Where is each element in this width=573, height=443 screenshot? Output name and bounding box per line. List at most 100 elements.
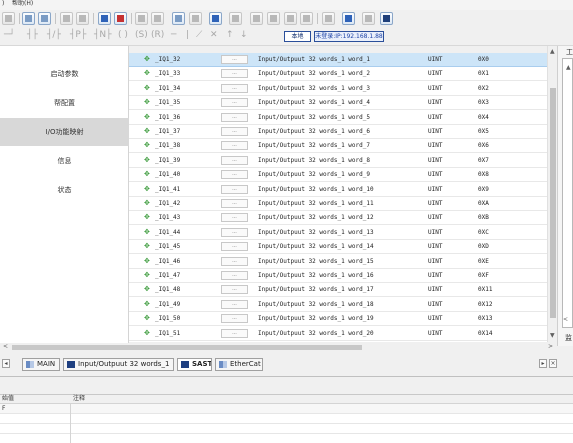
table-row[interactable]: ✥ _IQ1_51... Input/Outpuut 32 words_1 word… <box>129 327 547 341</box>
table-row[interactable]: ✥ _IQ1_49... Input/Outpuut 32 words_1 word… <box>129 298 547 312</box>
scrollbar-thumb[interactable] <box>550 88 556 318</box>
stop-icon[interactable] <box>114 12 127 25</box>
build-icon[interactable] <box>267 12 280 25</box>
browse-button[interactable]: ... <box>221 184 248 194</box>
download-icon[interactable] <box>135 12 148 25</box>
windows-icon[interactable] <box>38 12 51 25</box>
variable-name-cell[interactable]: _IQ1_39 <box>155 154 180 167</box>
line-icon[interactable]: ─ <box>171 30 176 41</box>
declaration-row[interactable] <box>0 414 573 424</box>
variable-name-cell[interactable]: _IQ1_40 <box>155 168 180 181</box>
browse-button[interactable]: ... <box>221 242 248 252</box>
browse-button[interactable]: ... <box>221 227 248 237</box>
variable-name-cell[interactable]: _IQ1_35 <box>155 96 180 109</box>
browse-button[interactable]: ... <box>221 170 248 180</box>
variable-name-cell[interactable]: _IQ1_48 <box>155 283 180 296</box>
menu-item-help[interactable]: 帮助(H) <box>12 0 33 8</box>
declaration-row[interactable] <box>0 424 573 434</box>
tab-sast[interactable]: SAST <box>177 358 212 371</box>
vertical-scrollbar[interactable]: ▲ ▼ <box>547 46 557 342</box>
variable-name-cell[interactable]: _IQ1_51 <box>155 327 180 340</box>
table-row[interactable]: ✥ _IQ1_33... Input/Outpuut 32 words_1 word… <box>129 67 547 82</box>
column-comment[interactable]: 注释 <box>73 395 85 403</box>
upload-icon[interactable] <box>2 12 15 25</box>
nav-item-config[interactable]: 帮配置 <box>0 89 129 117</box>
table-row[interactable]: ✥ _IQ1_44... Input/Outpuut 32 words_1 word… <box>129 226 547 240</box>
step-icon[interactable] <box>322 12 335 25</box>
table-row[interactable]: ✥ _IQ1_32... Input/Outpuut 32 words_1 word… <box>129 53 547 67</box>
variable-name-cell[interactable]: _IQ1_37 <box>155 125 180 138</box>
variable-name-cell[interactable]: _IQ1_43 <box>155 211 180 224</box>
search-icon[interactable] <box>172 12 185 25</box>
table-row[interactable]: ✥ _IQ1_47... Input/Outpuut 32 words_1 word… <box>129 269 547 283</box>
list-icon[interactable] <box>300 12 313 25</box>
tab-main[interactable]: MAIN <box>22 358 60 371</box>
right-scroll-up-icon[interactable]: ▲ <box>566 64 571 72</box>
column-initial-value[interactable]: 始值 <box>2 395 14 403</box>
horizontal-scrollbar[interactable]: < > <box>0 343 557 352</box>
variable-name-cell[interactable]: _IQ1_47 <box>155 269 180 282</box>
browse-button[interactable]: ... <box>221 271 248 280</box>
variable-name-cell[interactable]: _IQ1_34 <box>155 82 180 95</box>
variable-name-cell[interactable]: _IQ1_38 <box>155 139 180 152</box>
nav-item-info[interactable]: 信息 <box>0 147 129 175</box>
parallel-contact-icon[interactable]: ┤├ <box>27 30 38 41</box>
variable-name-cell[interactable]: _IQ1_46 <box>155 255 180 268</box>
tab-next-icon[interactable]: ▸ <box>539 359 547 368</box>
table-row[interactable]: ✥ _IQ1_46... Input/Outpuut 32 words_1 word… <box>129 255 547 269</box>
browse-button[interactable]: ... <box>221 141 248 151</box>
browse-button[interactable]: ... <box>221 328 248 338</box>
table-row[interactable]: ✥ _IQ1_50... Input/Outpuut 32 words_1 word… <box>129 312 547 327</box>
browse-button[interactable]: ... <box>221 127 248 136</box>
browse-button[interactable]: ... <box>221 314 248 324</box>
table-row[interactable]: ✥ _IQ1_35... Input/Outpuut 32 words_1 word… <box>129 96 547 111</box>
nav-item-status[interactable]: 状态 <box>0 176 129 204</box>
menu-item-partial[interactable]: ) <box>2 0 4 8</box>
table-row[interactable]: ✥ _IQ1_48... Input/Outpuut 32 words_1 word… <box>129 283 547 298</box>
table-row[interactable]: ✥ _IQ1_36... Input/Outpuut 32 words_1 word… <box>129 111 547 125</box>
browse-button[interactable]: ... <box>221 285 248 295</box>
scroll-down-icon[interactable]: ▼ <box>550 332 555 340</box>
monitor-icon[interactable] <box>209 12 222 25</box>
reset-coil-icon[interactable]: (R) <box>151 30 164 41</box>
browse-button[interactable]: ... <box>221 199 248 208</box>
save-icon[interactable] <box>60 12 73 25</box>
table-row[interactable]: ✥ _IQ1_39... Input/Outpuut 32 words_1 word… <box>129 154 547 168</box>
table-icon[interactable] <box>380 12 393 25</box>
nav-item-io-mapping[interactable]: I/O功能映射 <box>0 118 129 146</box>
save-all-icon[interactable] <box>76 12 89 25</box>
delete-line-icon[interactable]: ✕ <box>210 30 218 41</box>
jump-icon[interactable]: ⟋ <box>196 30 202 41</box>
negated-contact-icon[interactable]: ┤/├ <box>47 30 61 41</box>
scroll-right-icon[interactable]: > <box>548 343 553 351</box>
scroll-left-icon[interactable]: < <box>3 343 8 351</box>
table-row[interactable]: ✥ _IQ1_42... Input/Outpuut 32 words_1 word… <box>129 197 547 211</box>
tab-io-words[interactable]: Input/Outpuut 32 words_1 <box>63 358 174 371</box>
tab-ethercat[interactable]: EtherCat <box>215 358 263 371</box>
run-icon[interactable] <box>98 12 111 25</box>
variable-name-cell[interactable]: _IQ1_32 <box>155 53 180 66</box>
table-row[interactable]: ✥ _IQ1_41... Input/Outpuut 32 words_1 word… <box>129 183 547 197</box>
declaration-row[interactable] <box>0 434 573 443</box>
table-row[interactable]: ✥ _IQ1_34... Input/Outpuut 32 words_1 word… <box>129 82 547 96</box>
set-coil-icon[interactable]: (S) <box>135 30 148 41</box>
declaration-row[interactable] <box>0 404 573 414</box>
browse-button[interactable]: ... <box>221 155 248 165</box>
contact-icon[interactable]: ─┘ <box>4 30 15 41</box>
right-collapse-icon[interactable]: < <box>563 316 568 324</box>
variable-name-cell[interactable]: _IQ1_45 <box>155 240 180 253</box>
browse-button[interactable]: ... <box>221 213 248 223</box>
variable-name-cell[interactable]: _IQ1_33 <box>155 67 180 80</box>
variable-name-cell[interactable]: _IQ1_42 <box>155 197 180 210</box>
table-row[interactable]: ✥ _IQ1_45... Input/Outpuut 32 words_1 word… <box>129 240 547 255</box>
variable-name-cell[interactable]: _IQ1_49 <box>155 298 180 311</box>
move-up-icon[interactable]: ↑ <box>226 30 234 41</box>
browse-button[interactable]: ... <box>221 55 248 64</box>
branch-icon[interactable]: | <box>186 30 189 41</box>
table-row[interactable]: ✥ _IQ1_37... Input/Outpuut 32 words_1 word… <box>129 125 547 139</box>
coil-icon[interactable]: ( ) <box>118 30 128 41</box>
browse-button[interactable]: ... <box>221 256 248 266</box>
browse-button[interactable]: ... <box>221 112 248 122</box>
login-icon[interactable] <box>342 12 355 25</box>
scroll-up-icon[interactable]: ▲ <box>550 48 555 56</box>
